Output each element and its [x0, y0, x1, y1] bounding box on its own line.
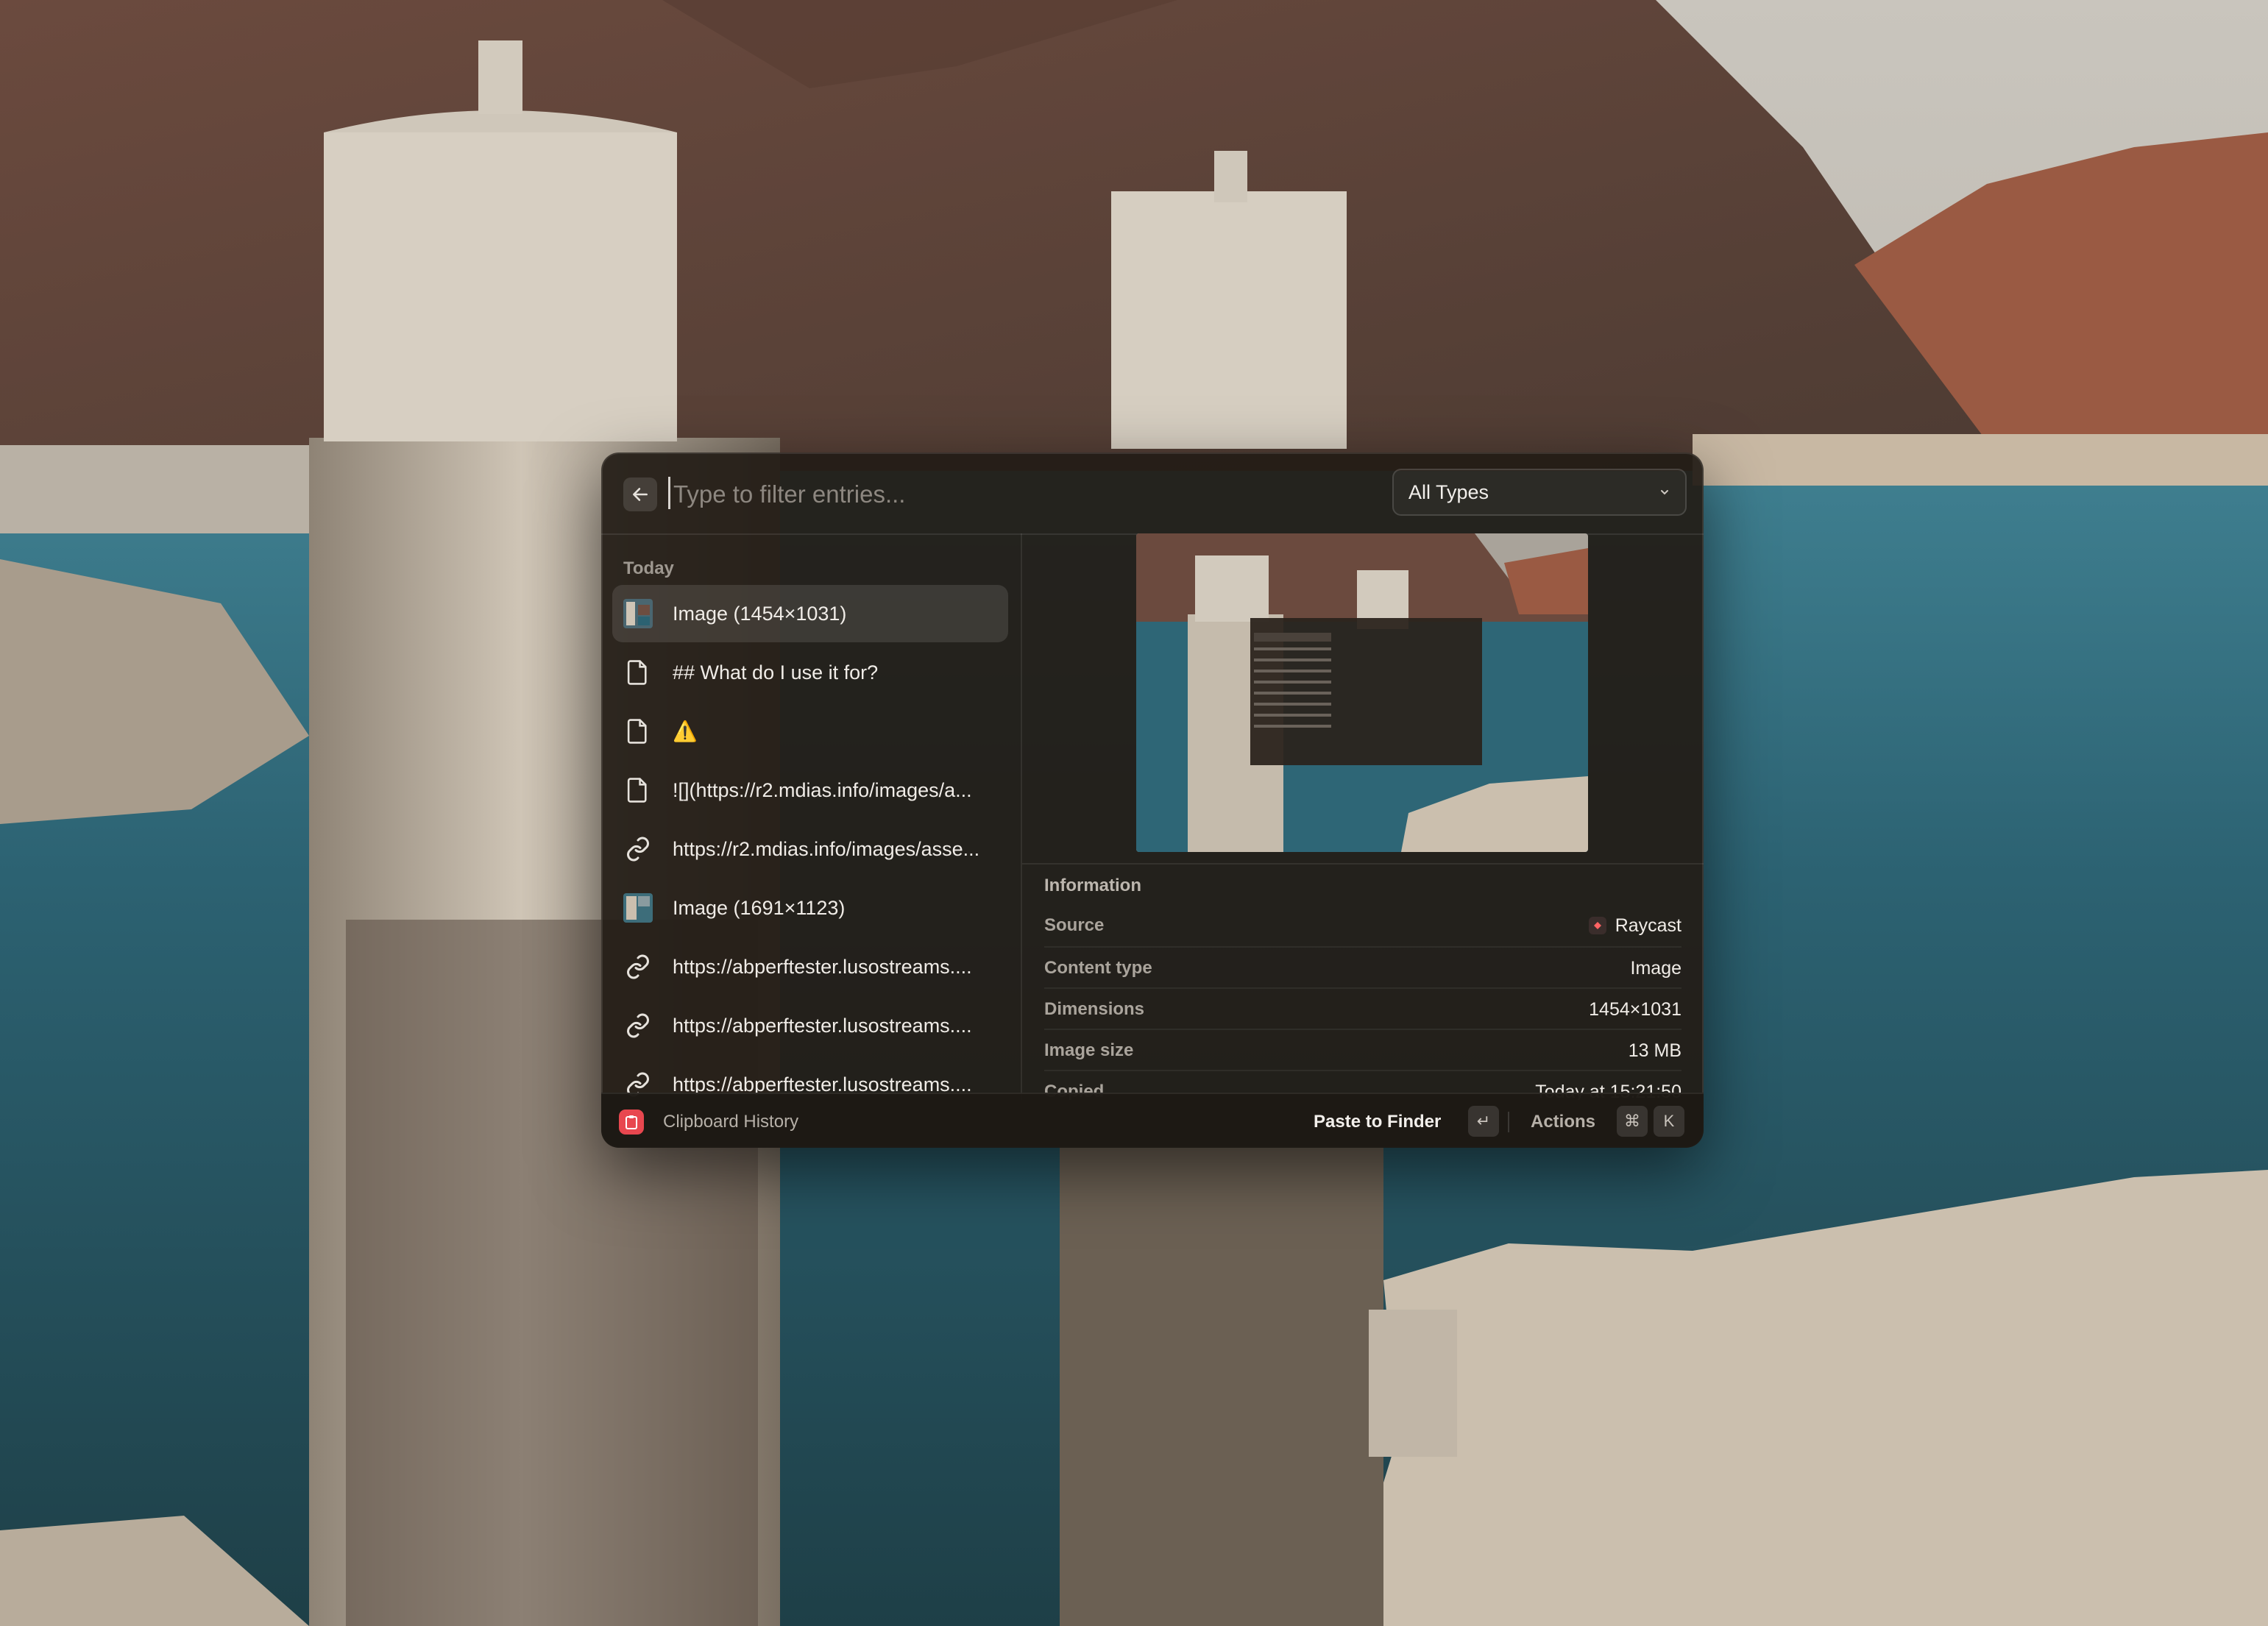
- metadata-value: 13 MB: [1628, 1040, 1681, 1061]
- text-caret: [668, 477, 670, 509]
- search-input[interactable]: [672, 472, 1249, 517]
- command-key-hint: ⌘: [1617, 1106, 1648, 1137]
- clipboard-list: Today Image (1454×1031) ## What do I use…: [601, 533, 1022, 1100]
- type-filter-dropdown[interactable]: All Types: [1392, 469, 1687, 516]
- source-value: Raycast: [1615, 915, 1681, 936]
- metadata-key: Content type: [1044, 958, 1152, 978]
- clipboard-history-window: All Types Today Image (1454×1031) ## Wha…: [601, 452, 1704, 1148]
- list-item[interactable]: Image (1454×1031): [612, 585, 1008, 642]
- metadata-key: Image size: [1044, 1040, 1134, 1060]
- list-item-label: https://abperftester.lusostreams....: [673, 1014, 972, 1037]
- return-key-hint: ↵: [1468, 1106, 1499, 1137]
- chevron-down-icon: [1661, 490, 1668, 495]
- metadata-row-source: Source Raycast: [1044, 905, 1681, 946]
- document-icon: [623, 775, 653, 805]
- list-item-label: https://r2.mdias.info/images/asse...: [673, 837, 980, 860]
- list-item-label: Image (1691×1123): [673, 896, 846, 919]
- list-item-label: ![](https://r2.mdias.info/images/a...: [673, 778, 972, 801]
- divider: [1022, 863, 1704, 865]
- paste-to-finder-button[interactable]: Paste to Finder: [1314, 1112, 1441, 1132]
- list-item[interactable]: https://r2.mdias.info/images/asse...: [612, 820, 1008, 878]
- link-icon: [623, 1011, 653, 1040]
- action-bar: Clipboard History Paste to Finder ↵ Acti…: [601, 1093, 1704, 1148]
- metadata-key: Source: [1044, 915, 1105, 935]
- metadata-row-content-type: Content type Image: [1044, 946, 1681, 989]
- list-item-label: ⚠️: [673, 720, 698, 742]
- metadata-row-image-size: Image size 13 MB: [1044, 1029, 1681, 1071]
- detail-pane: Information Source Raycast Content type …: [1022, 533, 1704, 1100]
- list-item[interactable]: https://abperftester.lusostreams....: [612, 997, 1008, 1054]
- list-item[interactable]: ## What do I use it for?: [612, 644, 1008, 701]
- list-item-label: Image (1454×1031): [673, 602, 847, 625]
- information-heading: Information: [1044, 876, 1141, 895]
- raycast-logo-icon: [1588, 917, 1606, 934]
- clipboard-icon: [619, 1110, 644, 1135]
- k-key-hint: K: [1654, 1106, 1684, 1137]
- link-icon: [623, 952, 653, 981]
- image-thumbnail-icon: [623, 893, 653, 923]
- image-preview: [1136, 533, 1588, 852]
- section-header-today: Today: [623, 558, 674, 578]
- metadata-value: Image: [1630, 957, 1681, 979]
- list-item-label: ## What do I use it for?: [673, 661, 879, 684]
- metadata-value: 1454×1031: [1589, 998, 1681, 1020]
- list-item[interactable]: ![](https://r2.mdias.info/images/a...: [612, 761, 1008, 819]
- extension-name: Clipboard History: [663, 1112, 799, 1132]
- metadata-value: Raycast: [1588, 915, 1681, 937]
- document-icon: [623, 658, 653, 687]
- metadata-key: Dimensions: [1044, 999, 1145, 1019]
- metadata-row-dimensions: Dimensions 1454×1031: [1044, 987, 1681, 1030]
- actions-button[interactable]: Actions: [1531, 1112, 1595, 1132]
- document-icon: [623, 717, 653, 746]
- divider: [1508, 1112, 1509, 1132]
- list-item-label: https://abperftester.lusostreams....: [673, 955, 972, 978]
- list-item[interactable]: ⚠️: [612, 703, 1008, 760]
- link-icon: [623, 834, 653, 864]
- search-bar: All Types: [601, 452, 1704, 535]
- image-thumbnail-icon: [623, 599, 653, 628]
- list-item[interactable]: https://abperftester.lusostreams....: [612, 938, 1008, 995]
- list-item[interactable]: Image (1691×1123): [612, 879, 1008, 937]
- back-button[interactable]: [623, 477, 657, 511]
- type-filter-value: All Types: [1408, 480, 1489, 503]
- arrow-left-icon: [633, 488, 648, 501]
